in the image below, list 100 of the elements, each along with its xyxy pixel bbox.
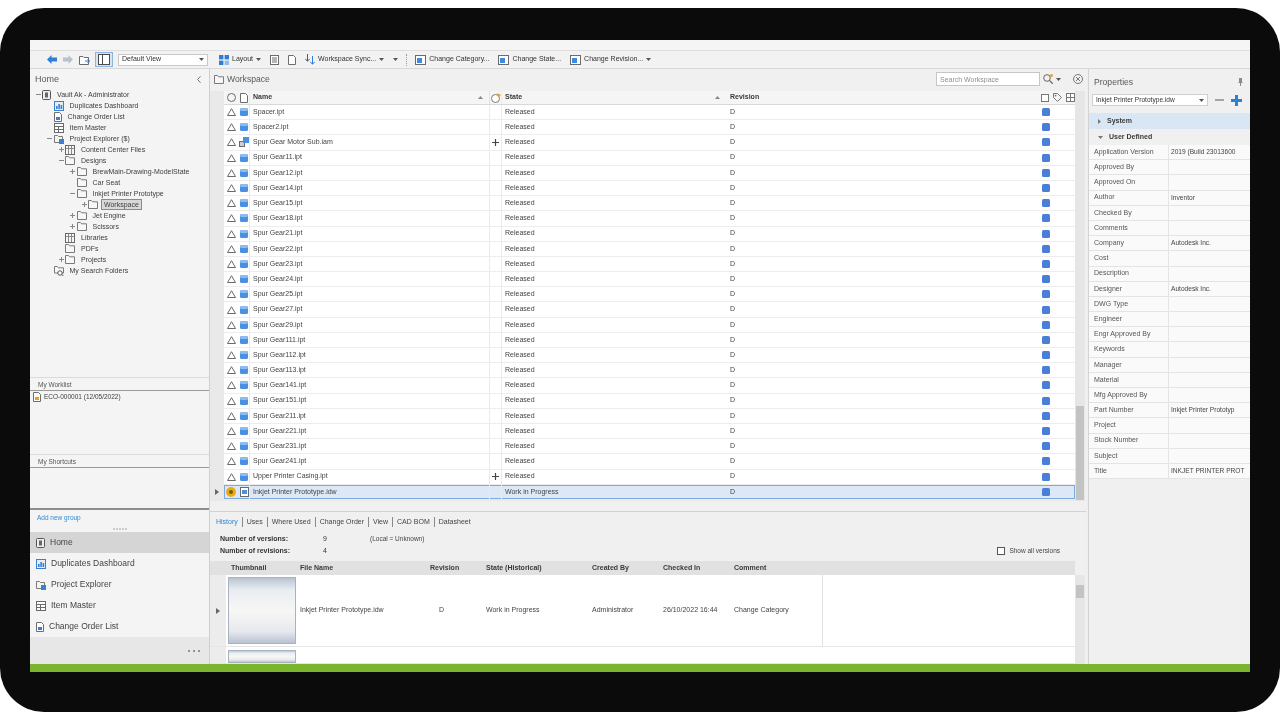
caret-icon[interactable] xyxy=(1056,77,1061,81)
cube-icon xyxy=(240,229,248,238)
cube-icon xyxy=(240,442,248,451)
chart-icon xyxy=(53,100,64,111)
server-icon xyxy=(42,89,51,100)
tag-icon[interactable] xyxy=(1053,93,1062,102)
square-icon xyxy=(1041,244,1050,253)
pin-icon[interactable] xyxy=(1238,78,1243,86)
back-arrow-icon xyxy=(47,55,57,64)
status-dot-icon xyxy=(226,486,236,497)
more-icon[interactable] xyxy=(188,649,200,652)
nav-item[interactable]: Change Order List xyxy=(30,616,209,637)
cube-icon xyxy=(240,199,248,208)
square-icon xyxy=(1041,396,1050,405)
toolbar-button[interactable] xyxy=(44,52,60,67)
cube-icon xyxy=(240,457,248,466)
cube-icon xyxy=(240,108,248,117)
folder-icon xyxy=(76,189,87,198)
nav-item[interactable]: Duplicates Dashboard xyxy=(30,553,209,574)
square-icon xyxy=(1041,168,1050,177)
folder-icon xyxy=(65,156,75,165)
grid-icon xyxy=(219,54,229,65)
plus-icon[interactable] xyxy=(70,213,75,218)
square-icon xyxy=(1041,335,1050,344)
minus-icon[interactable] xyxy=(58,160,64,161)
folder-icon xyxy=(88,200,98,209)
folder-icon xyxy=(76,211,87,220)
square-icon xyxy=(1041,381,1050,390)
cube-icon xyxy=(240,275,248,284)
caret-icon xyxy=(199,58,204,61)
cube-icon xyxy=(240,320,248,329)
nav-item[interactable]: Home xyxy=(30,532,209,553)
cabinet-icon xyxy=(65,144,75,155)
search-folder-icon xyxy=(53,265,64,276)
square-icon xyxy=(1041,487,1050,496)
checkbox[interactable] xyxy=(997,547,1006,555)
scrollbar[interactable] xyxy=(1075,91,1085,501)
blocks-icon xyxy=(239,137,249,148)
panel-toggle-button[interactable] xyxy=(95,52,113,67)
cube-icon xyxy=(240,184,248,193)
folder-icon xyxy=(53,133,64,144)
plus-icon[interactable] xyxy=(70,169,75,174)
cube-icon xyxy=(240,168,248,177)
square-icon xyxy=(1041,320,1050,329)
circle-icon xyxy=(226,93,236,102)
panel-title: Properties xyxy=(1094,76,1134,88)
folder-icon xyxy=(36,579,46,590)
plus-icon[interactable] xyxy=(1231,94,1242,106)
panel-title: Home xyxy=(35,73,59,85)
plus-icon[interactable] xyxy=(58,257,64,262)
scrollbar-thumb[interactable] xyxy=(1076,406,1084,500)
cube-icon xyxy=(240,305,248,314)
chevron-left-icon[interactable] xyxy=(197,75,201,83)
folder-icon xyxy=(214,74,224,84)
square-icon xyxy=(1041,351,1050,360)
square-icon xyxy=(1041,108,1050,117)
folder-icon xyxy=(76,222,87,231)
plus-icon[interactable] xyxy=(81,202,87,207)
x-circle-icon[interactable] xyxy=(1073,74,1083,84)
cube-icon xyxy=(240,153,248,162)
square-icon xyxy=(1041,366,1050,375)
plus-icon[interactable] xyxy=(58,147,64,152)
square-icon xyxy=(1041,123,1050,132)
square-icon xyxy=(1041,442,1050,451)
search-icon[interactable] xyxy=(1043,74,1053,84)
cube-icon xyxy=(240,259,248,268)
grid-icon[interactable] xyxy=(1066,93,1075,102)
square-icon xyxy=(1041,153,1050,162)
cube-icon xyxy=(240,290,248,299)
document-icon xyxy=(33,391,41,402)
nav-item[interactable]: Project Explorer xyxy=(30,574,209,595)
row-pointer-icon xyxy=(216,607,220,614)
cube-icon xyxy=(240,335,248,344)
caret-icon xyxy=(1199,98,1204,102)
panel-title: Workspace xyxy=(227,73,270,85)
cube-icon xyxy=(240,244,248,253)
square-icon xyxy=(1041,229,1050,238)
plus-icon[interactable] xyxy=(70,224,75,229)
cube-icon xyxy=(240,123,248,132)
scrollbar-thumb[interactable] xyxy=(1076,585,1084,598)
square-outline-icon[interactable] xyxy=(1041,93,1049,102)
cube-icon xyxy=(240,351,248,360)
square-icon xyxy=(1041,214,1050,223)
minus-icon[interactable] xyxy=(35,94,41,95)
nav-item[interactable]: Item Master xyxy=(30,595,209,616)
square-icon xyxy=(1041,184,1050,193)
chart-icon xyxy=(36,558,46,569)
cube-icon xyxy=(240,366,248,375)
square-icon xyxy=(1041,472,1050,481)
table-icon xyxy=(36,600,46,611)
arrows-icon xyxy=(305,54,316,65)
scrollbar[interactable] xyxy=(1075,575,1085,664)
square-icon xyxy=(1041,138,1050,147)
table-icon xyxy=(53,122,64,133)
window-icon xyxy=(415,54,427,65)
folder-icon xyxy=(76,167,87,176)
sheet-icon xyxy=(239,486,249,497)
square-icon xyxy=(1041,305,1050,314)
square-icon xyxy=(1041,427,1050,436)
cube-icon xyxy=(240,427,248,436)
